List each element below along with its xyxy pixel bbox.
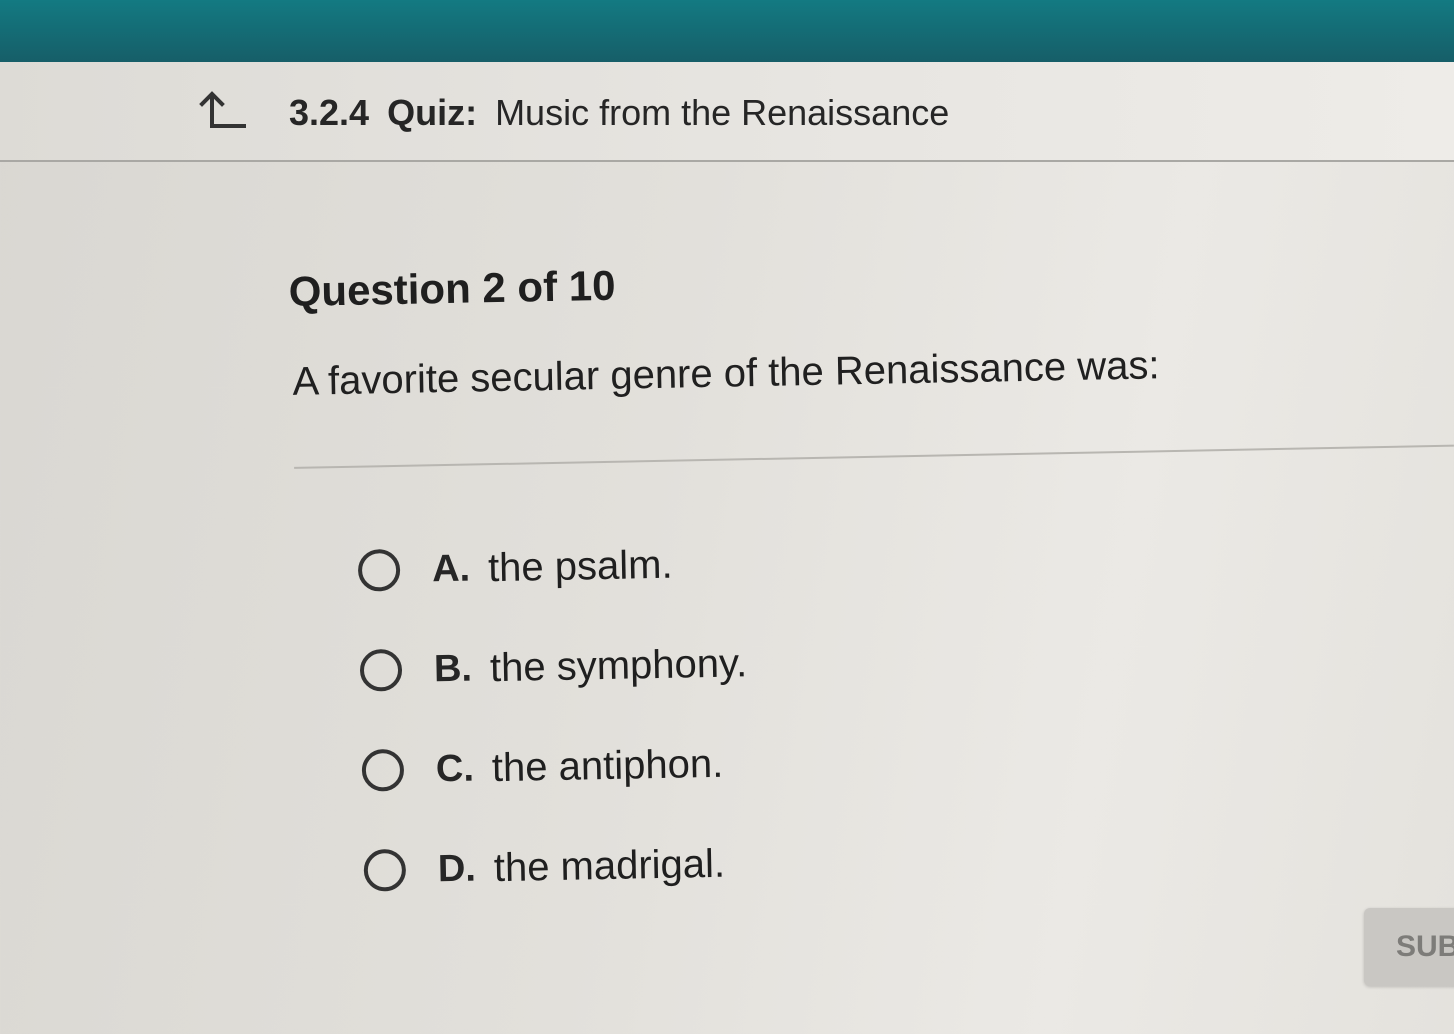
answer-option-d[interactable]: D. the madrigal. (363, 836, 725, 899)
question-divider (294, 444, 1454, 469)
radio-button-icon[interactable] (363, 848, 407, 892)
option-text: the madrigal. (493, 841, 726, 890)
option-text: the symphony. (489, 640, 748, 690)
option-text: the psalm. (487, 542, 673, 590)
question-counter: Question 2 of 10 (288, 261, 616, 315)
answer-option-b[interactable]: B. the symphony. (359, 635, 748, 698)
question-prompt: A favorite secular genre of the Renaissa… (292, 343, 1160, 404)
option-letter: A. (431, 547, 471, 590)
option-letter: C. (435, 747, 475, 790)
quiz-name: Music from the Renaissance (495, 92, 950, 133)
radio-button-icon[interactable] (359, 648, 403, 692)
return-up-arrow-icon[interactable] (196, 86, 252, 136)
quiz-kind-label: Quiz: (387, 92, 478, 133)
quiz-title: 3.2.4 Quiz: Music from the Renaissance (289, 90, 949, 136)
radio-button-icon[interactable] (357, 548, 401, 592)
submit-button[interactable]: SUB (1364, 908, 1454, 986)
answer-option-a[interactable]: A. the psalm. (357, 537, 674, 599)
radio-button-icon[interactable] (361, 748, 405, 792)
option-letter: D. (437, 847, 477, 890)
quiz-number: 3.2.4 (289, 92, 370, 133)
question-panel: Question 2 of 10 A favorite secular genr… (0, 140, 1454, 1034)
option-letter: B. (433, 647, 473, 690)
answer-option-c[interactable]: C. the antiphon. (361, 736, 724, 799)
top-banner (0, 0, 1454, 62)
option-text: the antiphon. (491, 741, 724, 790)
